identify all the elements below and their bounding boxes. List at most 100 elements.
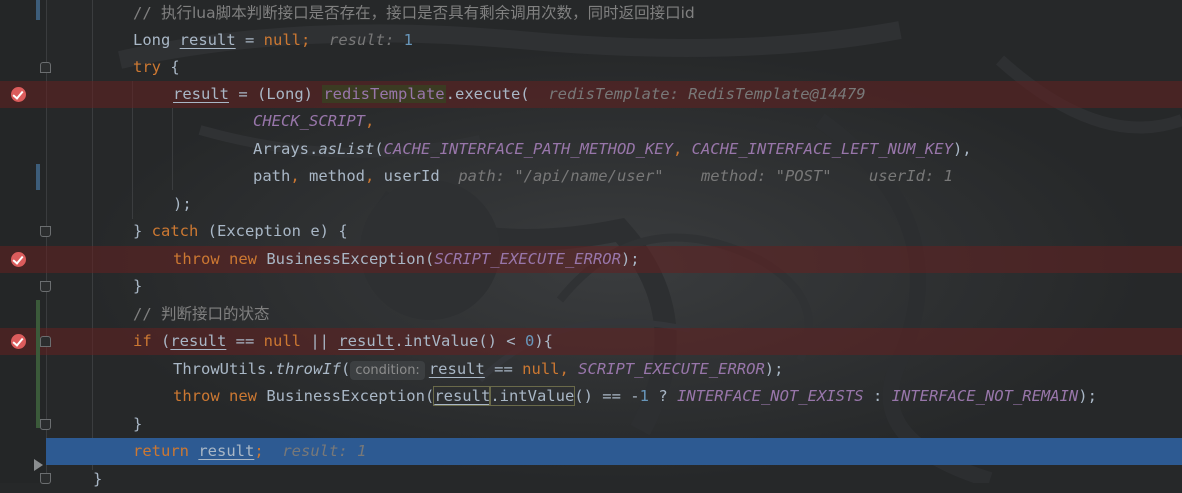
code-token: .intValue() <: [394, 332, 525, 350]
code-line[interactable]: } catch (Exception e) {: [0, 218, 1182, 245]
code-token: result: [170, 332, 227, 350]
code-token: );: [620, 250, 640, 268]
code-token: (: [340, 360, 351, 378]
code-token: Long: [133, 31, 180, 49]
code-token: result: [428, 360, 485, 378]
code-text: return result; result: 1: [133, 438, 366, 465]
fold-marker-icon[interactable]: [40, 419, 51, 430]
code-line[interactable]: }: [0, 273, 1182, 300]
code-token: () == -: [574, 387, 640, 405]
code-token: result: [433, 386, 492, 406]
code-token: ,: [290, 167, 309, 185]
code-token: ;: [254, 442, 283, 460]
code-text: }: [93, 466, 102, 493]
code-token: null: [522, 360, 560, 378]
code-token: path: [253, 167, 291, 185]
change-marker[interactable]: [36, 0, 40, 20]
code-text: );: [173, 191, 192, 218]
fold-marker-icon[interactable]: [40, 336, 51, 347]
code-line[interactable]: // 判断接口的状态: [0, 301, 1182, 328]
breakpoint-icon[interactable]: [11, 87, 26, 102]
code-token: CHECK_SCRIPT: [253, 112, 365, 130]
code-token: asList: [318, 140, 375, 158]
code-token: try: [133, 58, 171, 76]
code-token: }: [133, 277, 143, 295]
code-token: result: [179, 31, 236, 49]
code-line[interactable]: // 执行lua脚本判断接口是否存在，接口是否具有剩余调用次数，同时返回接口id: [0, 0, 1182, 27]
code-line[interactable]: Arrays.asList(CACHE_INTERFACE_PATH_METHO…: [0, 136, 1182, 163]
code-text: } catch (Exception e) {: [133, 218, 348, 245]
code-token: ;: [301, 31, 329, 49]
code-token: (: [374, 140, 384, 158]
code-token: throw new: [173, 250, 267, 268]
change-marker[interactable]: [36, 300, 40, 428]
code-line[interactable]: CHECK_SCRIPT,: [0, 108, 1182, 135]
code-token: SCRIPT_EXECUTE_ERROR: [578, 360, 765, 378]
fold-marker-icon[interactable]: [40, 226, 51, 237]
fold-marker-icon[interactable]: [40, 281, 51, 292]
breakpoint-icon[interactable]: [11, 334, 26, 349]
code-text: throw new BusinessException(result.intVa…: [173, 383, 1097, 410]
code-token: throw new: [173, 387, 267, 405]
code-token: throwIf: [275, 360, 341, 378]
code-token: 0: [524, 332, 535, 350]
code-text: try {: [133, 54, 180, 81]
code-token: (Exception e) {: [207, 222, 348, 240]
code-token: if: [133, 332, 161, 350]
breakpoint-icon[interactable]: [11, 252, 26, 267]
code-text: ThrowUtils.throwIf(condition: result == n…: [173, 356, 783, 383]
current-execution-line[interactable]: return result; result: 1: [46, 438, 1182, 465]
code-text: // 判断接口的状态: [133, 301, 270, 328]
code-token: );: [764, 360, 784, 378]
code-line[interactable]: }: [0, 466, 1182, 493]
code-line[interactable]: try {: [0, 54, 1182, 81]
code-text: Arrays.asList(CACHE_INTERFACE_PATH_METHO…: [253, 136, 972, 163]
code-token: 判断接口的状态: [161, 305, 270, 323]
code-token: result: [198, 442, 255, 460]
code-line[interactable]: Long result = null; result: 1: [0, 27, 1182, 54]
code-token: ,: [365, 167, 384, 185]
code-token: null: [263, 31, 301, 49]
code-token: ,: [364, 112, 375, 130]
code-token: userId: [383, 167, 459, 185]
code-line-breakpoint[interactable]: throw new BusinessException(SCRIPT_EXECU…: [0, 246, 1182, 273]
code-token: BusinessException(: [266, 387, 435, 405]
code-token: = (Long): [229, 85, 323, 103]
code-text: }: [133, 411, 142, 438]
code-line[interactable]: ThrowUtils.throwIf(condition: result == n…: [0, 356, 1182, 383]
parameter-hint: condition:: [350, 361, 425, 380]
code-token: result: [338, 332, 395, 350]
code-token: (: [161, 332, 171, 350]
code-token: redisTemplate: [322, 85, 446, 103]
fold-marker-icon[interactable]: [40, 62, 51, 73]
code-token: =: [235, 31, 264, 49]
code-line[interactable]: path, method, userId path: "/api/name/us…: [0, 163, 1182, 190]
fold-marker-icon[interactable]: [40, 473, 51, 484]
code-token: catch: [151, 222, 208, 240]
code-line[interactable]: throw new BusinessException(result.intVa…: [0, 383, 1182, 410]
code-token: {: [170, 58, 180, 76]
code-text: CHECK_SCRIPT,: [253, 108, 374, 135]
code-token: ==: [226, 332, 264, 350]
code-line-breakpoint[interactable]: if (result == null || result.intValue() …: [0, 328, 1182, 355]
code-token: CACHE_INTERFACE_LEFT_NUM_KEY: [691, 140, 953, 158]
code-token: ){: [534, 332, 553, 350]
code-token: INTERFACE_NOT_EXISTS: [676, 387, 864, 405]
code-text: if (result == null || result.intValue() …: [133, 328, 553, 355]
code-token: .execute(: [445, 85, 549, 103]
code-token: ,: [559, 360, 579, 378]
code-token: BusinessException(: [266, 250, 435, 268]
code-line[interactable]: }: [0, 411, 1182, 438]
code-line-breakpoint[interactable]: result = (Long) redisTemplate.execute( r…: [0, 81, 1182, 108]
code-token: ==: [484, 360, 523, 378]
code-token: );: [1078, 387, 1097, 405]
code-token: //: [133, 4, 161, 22]
code-token: .intValue: [489, 386, 576, 406]
code-token: );: [173, 195, 192, 213]
code-text: Long result = null; result: 1: [133, 27, 413, 54]
change-marker[interactable]: [36, 164, 40, 190]
code-line[interactable]: );: [0, 191, 1182, 218]
code-token: 1: [639, 387, 649, 405]
code-token: }: [133, 222, 152, 240]
code-token: ||: [301, 332, 339, 350]
